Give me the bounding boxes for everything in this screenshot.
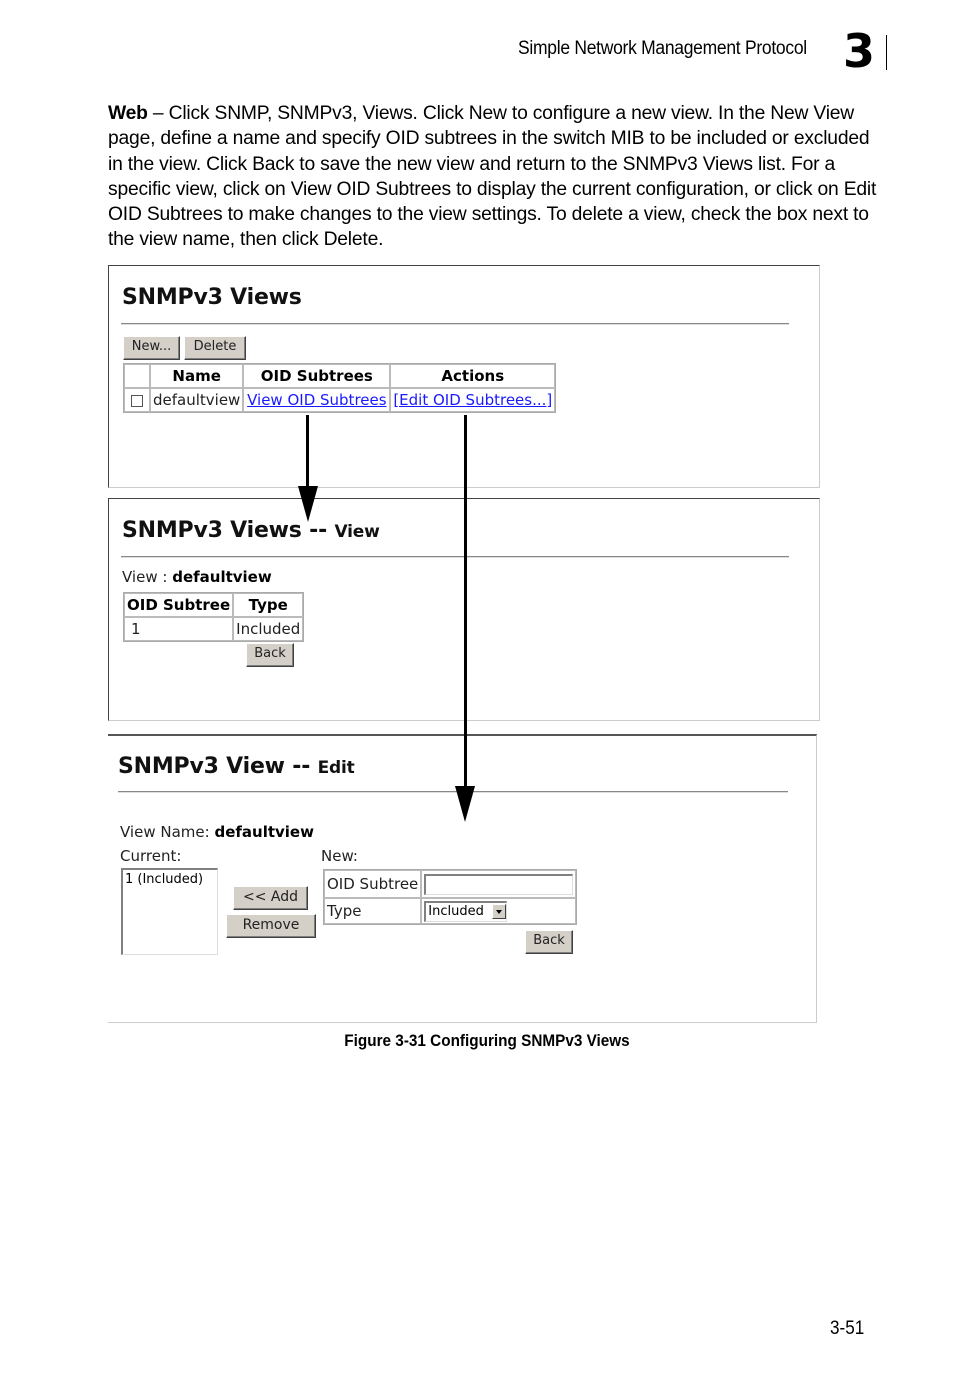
view-name-label: View Name: (120, 823, 210, 841)
view-name-line: View Name: defaultview (120, 823, 314, 841)
column-header-select (124, 364, 150, 388)
table-row: defaultview View OID Subtrees [Edit OID … (124, 388, 556, 412)
list-item[interactable]: 1 (Included) (125, 872, 215, 887)
view-label: View : (122, 568, 168, 586)
view-name-value: defaultview (214, 823, 314, 841)
arrow-down-icon (455, 786, 475, 822)
panel-title-main: SNMPv3 View -- (118, 754, 311, 779)
edit-oid-subtrees-link[interactable]: [Edit OID Subtrees...] (393, 391, 552, 409)
title-divider (121, 323, 789, 325)
chapter-number: 3 (843, 24, 876, 78)
type-select-cell: Included (421, 898, 577, 924)
back-button[interactable]: Back (246, 643, 294, 667)
oid-subtree-input-cell (421, 870, 577, 898)
panel-title: SNMPv3 View -- Edit (118, 754, 355, 779)
column-header-actions: Actions (390, 364, 556, 388)
oid-subtree-table: OID Subtree Type 1 Included (123, 592, 305, 642)
new-view-button[interactable]: New... (123, 336, 180, 360)
table-row: 1 Included (124, 617, 304, 641)
panel-title-sub: View (334, 522, 380, 542)
figure-caption: Figure 3-31 Configuring SNMPv3 Views (344, 1031, 630, 1050)
current-subtrees-listbox[interactable]: 1 (Included) (121, 868, 218, 955)
table-header-row: OID Subtree Type (124, 593, 304, 617)
panel-title-sub: Edit (317, 758, 355, 778)
panel-title: SNMPv3 Views -- View (122, 518, 380, 543)
chapter-divider (886, 35, 887, 70)
oid-subtree-label: OID Subtree (324, 870, 422, 898)
arrow-line-view (306, 415, 309, 487)
oid-subtree-input[interactable] (424, 873, 574, 895)
arrow-line-edit (464, 415, 467, 787)
type-select[interactable]: Included (424, 900, 507, 922)
views-table: Name OID Subtrees Actions defaultview Vi… (123, 363, 557, 413)
view-value: defaultview (172, 568, 272, 586)
table-header-row: Name OID Subtrees Actions (124, 364, 556, 388)
arrow-down-icon (298, 486, 318, 522)
view-oid-subtrees-link[interactable]: View OID Subtrees (247, 391, 386, 409)
section-title: Simple Network Management Protocol (518, 38, 807, 59)
view-name-line: View : defaultview (122, 568, 272, 586)
actions-cell: [Edit OID Subtrees...] (390, 388, 556, 412)
panel-title-main: SNMPv3 Views -- (122, 518, 328, 543)
column-header-name: Name (150, 364, 244, 388)
page-number: 3-51 (830, 1318, 865, 1339)
column-header-oid-subtrees: OID Subtrees (243, 364, 391, 388)
oid-cell: 1 (124, 617, 234, 641)
row-select-cell (124, 388, 150, 412)
type-select-value: Included (428, 904, 484, 919)
snmpv3-view-edit-panel: SNMPv3 View -- Edit View Name: defaultvi… (108, 734, 817, 1023)
back-button[interactable]: Back (525, 930, 573, 954)
type-label: Type (324, 898, 422, 924)
delete-view-button[interactable]: Delete (184, 336, 246, 360)
current-label: Current: (120, 847, 182, 865)
new-subtree-table: OID Subtree Type Included (323, 869, 578, 925)
intro-paragraph: Web – Click SNMP, SNMPv3, Views. Click N… (108, 101, 878, 253)
title-divider (121, 556, 789, 558)
chevron-down-icon[interactable] (491, 904, 506, 919)
column-header-type: Type (233, 593, 304, 617)
column-header-oid-subtree: OID Subtree (124, 593, 234, 617)
panel-title: SNMPv3 Views (122, 285, 302, 310)
view-name-cell: defaultview (150, 388, 244, 412)
new-label: New: (321, 847, 358, 865)
intro-lead: Web (108, 103, 148, 124)
intro-text: – Click SNMP, SNMPv3, Views. Click New t… (108, 103, 877, 251)
type-row: Type Included (324, 898, 577, 924)
add-button[interactable]: << Add (233, 886, 308, 910)
row-checkbox[interactable] (131, 394, 143, 407)
title-divider (118, 791, 788, 793)
oid-subtrees-cell: View OID Subtrees (243, 388, 391, 412)
oid-subtree-row: OID Subtree (324, 870, 577, 898)
type-cell: Included (233, 617, 304, 641)
remove-button[interactable]: Remove (226, 914, 316, 938)
